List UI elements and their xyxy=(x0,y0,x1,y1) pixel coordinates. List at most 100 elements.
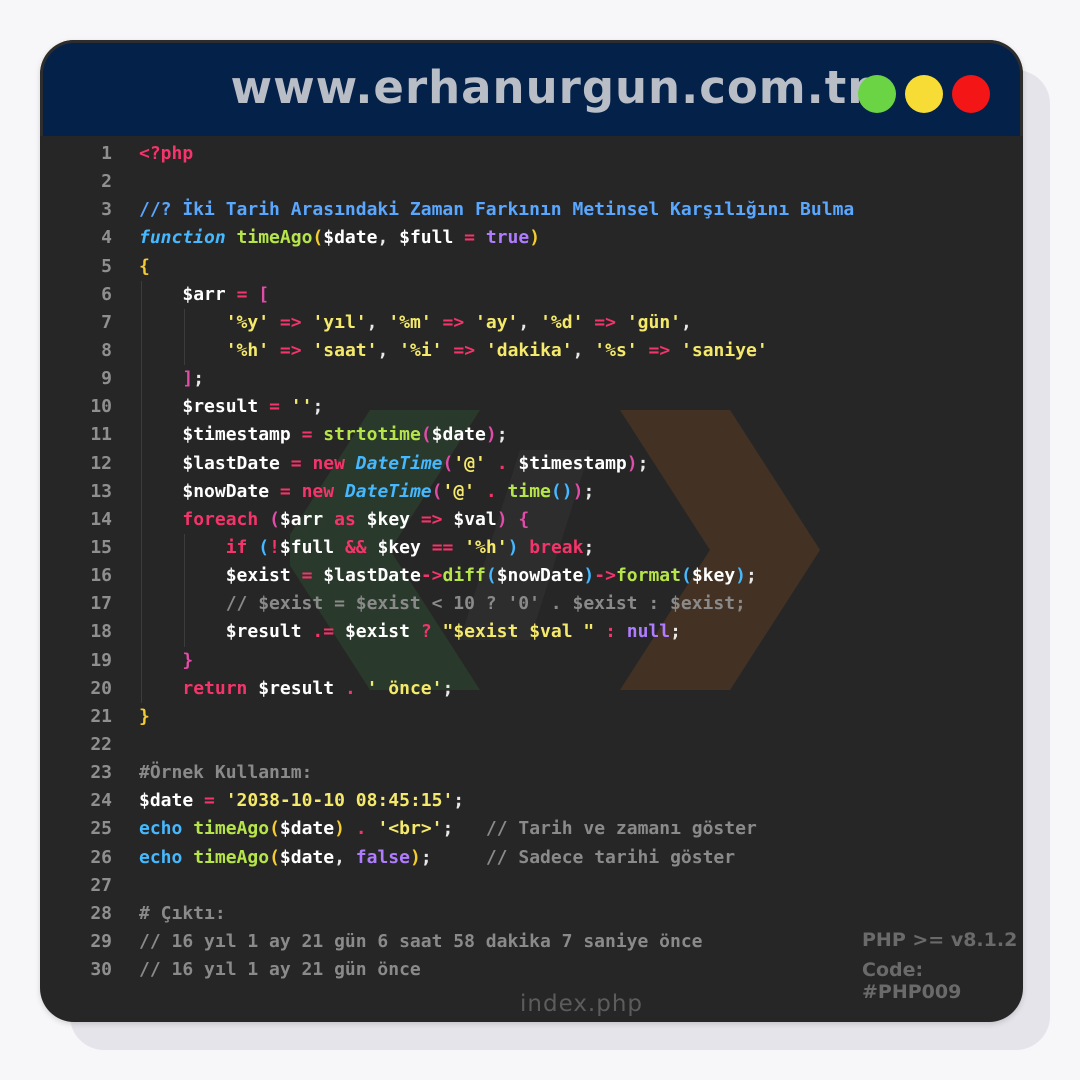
window-header: www.erhanurgun.com.tr xyxy=(40,40,1023,136)
code-line[interactable]: 5{ xyxy=(40,253,1023,281)
code-line[interactable]: 18 $result .= $exist ? "$exist $val " : … xyxy=(40,618,1023,646)
line-number: 2 xyxy=(101,171,112,193)
code-token: $nowDate xyxy=(496,565,584,587)
code-token: , xyxy=(377,227,400,249)
maximize-button[interactable] xyxy=(858,75,896,113)
code-line[interactable]: 13 $nowDate = new DateTime('@' . time())… xyxy=(40,478,1023,506)
code-line[interactable]: 3 //? İki Tarih Arasındaki Zaman Farkının… xyxy=(40,196,1023,224)
code-line[interactable]: 22 xyxy=(40,731,1023,759)
code-token: [ xyxy=(258,283,270,305)
code-token: ! xyxy=(269,536,280,558)
file-name: index.php xyxy=(520,991,644,1017)
code-line[interactable]: 15 if (!$full && $key == '%h') break; xyxy=(40,534,1023,562)
code-line[interactable]: 20 return $result . ' önce'; xyxy=(40,675,1023,703)
line-content: $lastDate = new DateTime('@' . $timestam… xyxy=(139,450,648,478)
line-number: 5 xyxy=(101,255,112,277)
close-button[interactable] xyxy=(952,75,990,113)
code-line[interactable]: 19 } xyxy=(40,647,1023,675)
code-token: 'gün' xyxy=(626,311,682,333)
code-line[interactable]: 23 #Örnek Kullanım: xyxy=(40,759,1023,787)
minimize-button[interactable] xyxy=(905,75,943,113)
code-line[interactable]: 6 $arr = [ xyxy=(40,281,1023,309)
code-line[interactable]: 4 function timeAgo($date, $full = true) xyxy=(40,224,1023,252)
line-content: # Çıktı: xyxy=(139,900,226,928)
line-number: 10 xyxy=(90,396,112,418)
code-token: .= xyxy=(312,621,335,643)
line-number: 6 xyxy=(101,283,112,305)
code-token: 'yıl' xyxy=(312,311,367,333)
line-content: } xyxy=(139,703,150,731)
code-token: $exist xyxy=(344,621,410,643)
code-token: = xyxy=(301,565,313,587)
code-token: // 16 yıl 1 ay 21 gün 6 saat 58 dakika 7… xyxy=(139,930,703,952)
code-line[interactable]: 11 $timestamp = strtotime($date); xyxy=(40,421,1023,449)
code-id: Code: #PHP009 xyxy=(862,959,962,1003)
line-number: 4 xyxy=(101,227,112,249)
line-number: 28 xyxy=(90,902,112,924)
code-token: $full xyxy=(279,536,335,558)
code-line[interactable]: 16 $exist = $lastDate->diff($nowDate)->f… xyxy=(40,562,1023,590)
code-token: new xyxy=(301,480,335,502)
code-token: '<br>' xyxy=(377,818,443,840)
line-content: echo timeAgo($date, false); // Sadece ta… xyxy=(139,844,735,872)
line-content: $result = ''; xyxy=(139,393,323,421)
code-token: ; xyxy=(496,424,508,446)
line-number: 22 xyxy=(90,733,112,755)
line-number: 11 xyxy=(90,424,112,446)
code-token: ( xyxy=(269,818,280,840)
code-line[interactable]: 9 ]; xyxy=(40,365,1023,393)
line-number: 16 xyxy=(90,565,112,587)
code-token: ) xyxy=(626,452,638,474)
code-token: ( xyxy=(442,452,454,474)
code-line[interactable]: 21} xyxy=(40,703,1023,731)
code-line[interactable]: 27 xyxy=(40,872,1023,900)
code-token: => xyxy=(453,339,476,361)
code-line[interactable]: 1 <?php xyxy=(40,140,1023,168)
line-content: $exist = $lastDate->diff($nowDate)->form… xyxy=(139,562,757,590)
code-token: timeAgo xyxy=(236,227,313,249)
code-line[interactable]: 8 '%h' => 'saat', '%i' => 'dakika', '%s'… xyxy=(40,337,1023,365)
code-line[interactable]: 28 # Çıktı: xyxy=(40,900,1023,928)
code-token: = xyxy=(236,283,248,305)
code-line[interactable]: 7 '%y' => 'yıl', '%m' => 'ay', '%d' => '… xyxy=(40,309,1023,337)
code-line[interactable]: 14 foreach ($arr as $key => $val) { xyxy=(40,506,1023,534)
line-content: function timeAgo($date, $full = true) xyxy=(139,224,540,252)
line-content: $timestamp = strtotime($date); xyxy=(139,421,508,449)
code-token: . xyxy=(485,480,497,502)
code-token: '@' xyxy=(442,480,476,502)
line-number: 12 xyxy=(90,452,112,474)
code-line[interactable]: 26 echo timeAgo($date, false); // Sadece … xyxy=(40,844,1023,872)
code-line[interactable]: 25 echo timeAgo($date) . '<br>'; // Tarih… xyxy=(40,815,1023,843)
code-line[interactable]: 10 $result = ''; xyxy=(40,393,1023,421)
code-token: time xyxy=(507,480,551,502)
code-line[interactable]: 17 // $exist = $exist < 10 ? '0' . $exis… xyxy=(40,590,1023,618)
code-line[interactable]: 2 xyxy=(40,168,1023,196)
code-token: 'saat' xyxy=(312,339,378,361)
code-token: ( xyxy=(258,536,270,558)
code-token: ; xyxy=(583,536,595,558)
code-token: ; xyxy=(442,818,486,840)
code-token: -> xyxy=(420,565,443,587)
code-token: ) xyxy=(496,508,508,530)
line-number: 29 xyxy=(90,930,112,952)
line-content: // 16 yıl 1 ay 21 gün 6 saat 58 dakika 7… xyxy=(139,928,703,956)
code-token: => xyxy=(420,508,443,530)
code-editor[interactable]: 1 <?php 2 3//? İki Tarih Arasındaki Zaman F… xyxy=(40,140,1023,984)
code-token: true xyxy=(485,227,530,249)
code-line[interactable]: 12 $lastDate = new DateTime('@' . $times… xyxy=(40,450,1023,478)
code-line[interactable]: 24 $date = '2038-10-10 08:45:15'; xyxy=(40,787,1023,815)
code-token: && xyxy=(344,536,367,558)
